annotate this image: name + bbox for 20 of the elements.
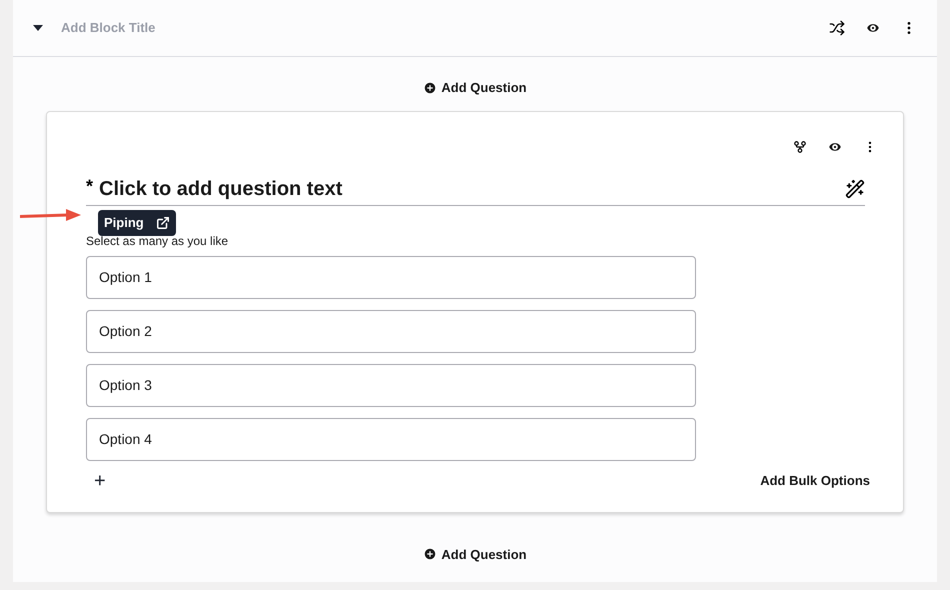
option-field[interactable]: Option 3 <box>86 364 696 406</box>
add-circle-icon <box>423 80 438 95</box>
add-question-button[interactable]: Add Question <box>423 78 527 98</box>
magic-wand-icon[interactable] <box>845 178 865 198</box>
block-title-field[interactable]: Add Block Title <box>61 18 361 38</box>
add-option-button[interactable]: + <box>94 470 106 490</box>
piping-tooltip[interactable]: Piping <box>98 210 176 236</box>
required-mark: * <box>86 176 94 194</box>
annotation-arrow <box>20 208 82 222</box>
option-field[interactable]: Option 1 <box>86 256 696 298</box>
instruction-text: Select as many as you like <box>86 232 230 250</box>
question-text[interactable]: Click to add question text <box>99 176 342 202</box>
option-field[interactable]: Option 4 <box>86 418 696 460</box>
external-link-icon <box>156 216 170 230</box>
add-circle-icon <box>423 547 438 562</box>
bulk-options-button[interactable]: Add Bulk Options <box>760 470 870 490</box>
shuffle-icon[interactable] <box>829 20 845 36</box>
option-field[interactable]: Option 2 <box>86 310 696 352</box>
branch-icon[interactable] <box>793 140 807 154</box>
add-question-button[interactable]: Add Question <box>423 544 527 564</box>
